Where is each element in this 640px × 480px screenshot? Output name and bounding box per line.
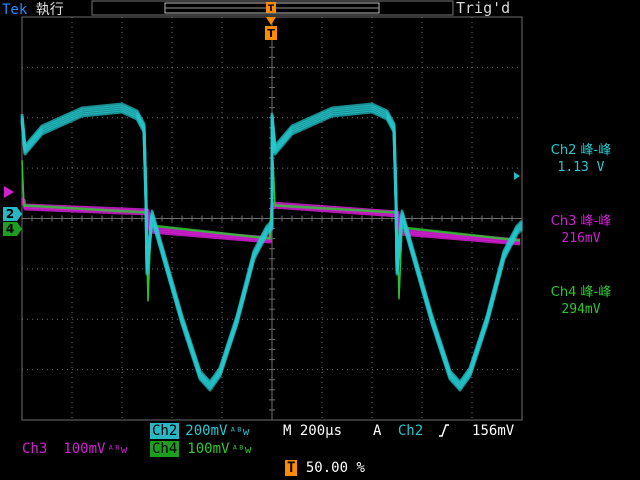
measurement-ch4[interactable]: Ch4 峰-峰 294mV [526,284,636,318]
bandwidth-limit-icon: ᴬᴮw [229,425,250,438]
ch4-ground-marker[interactable]: 4 [3,222,22,236]
svg-text:4: 4 [6,222,14,236]
trigger-mode: A [373,423,382,439]
ch2-label: Ch2 [150,423,180,439]
ch3-scale: 100mV [63,441,106,457]
trigger-status: Trig'd [456,0,511,17]
ch2-scale: 200mV [185,423,228,439]
run-state: 執行 [35,2,64,18]
trigger-level-marker[interactable] [514,172,520,180]
ch2-readout[interactable]: Ch2 200mV ᴬᴮw [150,423,249,439]
trigger-position-value: 50.00 % [305,460,365,476]
ch4-scale: 100mV [187,441,230,457]
trigger-source: Ch2 [397,423,424,439]
bandwidth-limit-icon: ᴬᴮw [107,443,128,456]
ch3-ground-marker[interactable] [4,186,14,198]
svg-text:2: 2 [6,207,14,221]
svg-text:T: T [268,4,275,14]
timebase-value: 200µs [299,423,343,439]
measurement-value: 1.13 V [557,160,605,175]
ch3-readout[interactable]: Ch3 100mV ᴬᴮw [20,441,127,457]
timebase-prefix: M [283,423,292,439]
ch3-label: Ch3 [22,441,48,457]
ch4-label: Ch4 [150,441,180,457]
measurement-ch3[interactable]: Ch3 峰-峰 216mV [526,213,636,247]
measurement-ch2[interactable]: Ch2 峰-峰 1.13 V [526,142,636,176]
measurement-label: Ch4 峰-峰 [550,285,612,300]
bandwidth-limit-icon: ᴬᴮw [231,443,252,456]
measurement-value: 216mV [561,231,601,246]
trigger-readout[interactable]: A Ch2 156mV [373,423,514,439]
ch2-ground-marker[interactable]: 2 [3,207,22,221]
ch4-readout[interactable]: Ch4 100mV ᴬᴮw [150,441,251,457]
trigger-position-marker[interactable]: T [265,17,277,40]
measurement-label: Ch3 峰-峰 [550,214,612,229]
trigger-position-readout[interactable]: T 50.00 % [285,460,365,476]
rising-edge-icon [438,424,449,437]
measurement-value: 294mV [561,302,601,317]
record-trigger-marker: T [266,2,276,14]
trigger-position-icon: T [285,460,298,476]
timebase-readout[interactable]: M 200µs [283,423,342,439]
brand-and-run-state: Tek 執行 [2,0,64,19]
trigger-level: 156mV [472,423,515,439]
brand-logo: Tek [2,2,28,18]
measurement-label: Ch2 峰-峰 [550,143,612,158]
trigger-marker-label: T [267,27,275,40]
